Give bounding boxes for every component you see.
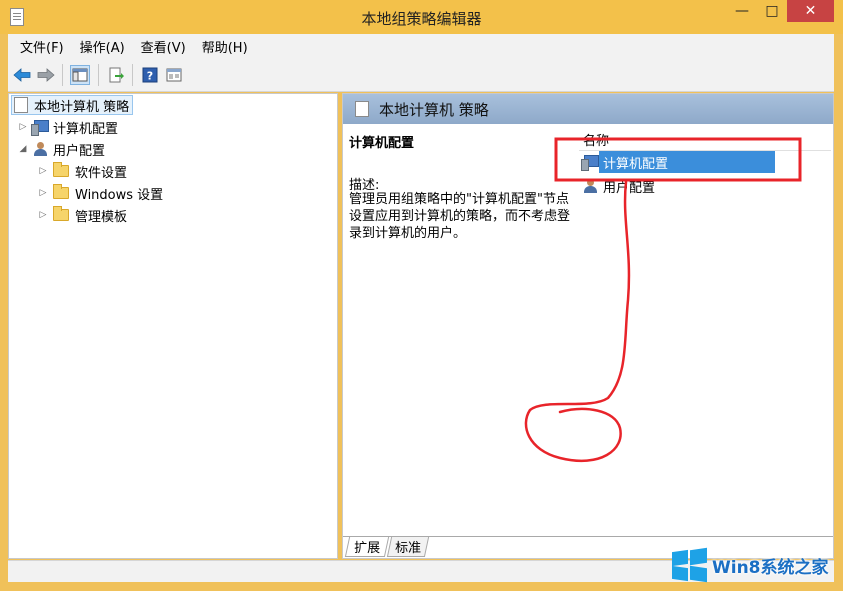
close-button[interactable]: ✕ [787, 0, 834, 22]
toolbar: ? [8, 58, 834, 92]
tree-item-software-settings[interactable]: ▷ 软件设置 [37, 161, 127, 181]
expand-arrow-icon[interactable]: ▷ [37, 188, 49, 198]
details-header-title: 本地计算机 策略 [379, 100, 489, 119]
tree-item-windows-settings[interactable]: ▷ Windows 设置 [37, 183, 163, 203]
properties-icon[interactable] [164, 65, 184, 85]
expand-arrow-icon[interactable]: ▷ [37, 166, 49, 176]
collapse-arrow-icon[interactable]: ◢ [17, 144, 29, 154]
watermark-text: Win8系统之家 [712, 557, 829, 578]
folder-icon [53, 162, 69, 177]
expand-arrow-icon[interactable]: ▷ [17, 122, 29, 132]
menu-view[interactable]: 查看(V) [133, 37, 194, 56]
console-tree: 本地计算机 策略 ▷ 计算机配置 ◢ 用户配置 ▷ 软件设置 ▷ Windows… [8, 93, 338, 559]
menu-action[interactable]: 操作(A) [72, 37, 133, 56]
tree-label-user-config: 用户配置 [53, 143, 106, 159]
tree-label-software-settings: 软件设置 [75, 165, 128, 181]
list-item-computer-config[interactable]: 计算机配置 [579, 152, 668, 172]
windows-logo-icon [672, 547, 708, 583]
computer-icon [31, 120, 49, 136]
back-arrow-icon[interactable] [12, 65, 32, 85]
computer-icon [581, 155, 599, 171]
user-icon [31, 142, 49, 156]
tree-item-admin-templates[interactable]: ▷ 管理模板 [37, 205, 127, 225]
list-item-label: 用户配置 [603, 180, 656, 196]
forward-arrow-icon[interactable] [36, 65, 56, 85]
menu-bar: 文件(F) 操作(A) 查看(V) 帮助(H) [8, 34, 834, 58]
watermark: Win8系统之家 [672, 547, 829, 583]
section-title: 计算机配置 [349, 136, 415, 151]
svg-text:?: ? [147, 70, 153, 83]
tree-label-windows-settings: Windows 设置 [75, 187, 164, 203]
tab-extended[interactable]: 扩展 [344, 537, 390, 557]
tree-label-root: 本地计算机 策略 [34, 99, 130, 115]
tree-item-computer-config[interactable]: ▷ 计算机配置 [17, 117, 118, 137]
column-header-name[interactable]: 名称 [583, 130, 609, 149]
tree-item-local-computer-policy[interactable]: 本地计算机 策略 [11, 95, 134, 115]
menu-file[interactable]: 文件(F) [12, 37, 72, 56]
tree-label-admin-templates: 管理模板 [75, 209, 128, 225]
tree-item-user-config[interactable]: ◢ 用户配置 [17, 139, 105, 159]
tab-standard-label: 标准 [395, 541, 422, 556]
list-item-label: 计算机配置 [603, 156, 669, 172]
tree-label-computer-config: 计算机配置 [53, 121, 119, 137]
tab-extended-label: 扩展 [354, 541, 381, 556]
folder-icon [53, 206, 69, 221]
menu-help[interactable]: 帮助(H) [194, 37, 256, 56]
description-text: 管理员用组策略中的"计算机配置"节点设置应用到计算机的策略，而不考虑登录到计算机… [349, 192, 571, 241]
show-hide-console-tree-icon[interactable] [70, 65, 90, 85]
maximize-button[interactable]: □ [758, 0, 786, 22]
export-list-icon[interactable] [106, 65, 126, 85]
policy-icon [14, 97, 28, 113]
window-title: 本地组策略编辑器 [361, 10, 482, 28]
policy-icon [355, 101, 369, 117]
list-item-user-config[interactable]: 用户配置 [579, 176, 655, 196]
details-header: 本地计算机 策略 [343, 94, 833, 124]
user-icon [581, 179, 599, 193]
help-icon[interactable]: ? [140, 65, 160, 85]
folder-icon [53, 184, 69, 199]
minimize-button[interactable]: — [728, 0, 756, 22]
details-pane: 本地计算机 策略 计算机配置 描述: 管理员用组策略中的"计算机配置"节点设置应… [342, 93, 834, 559]
tab-standard[interactable]: 标准 [386, 537, 430, 557]
expand-arrow-icon[interactable]: ▷ [37, 210, 49, 220]
